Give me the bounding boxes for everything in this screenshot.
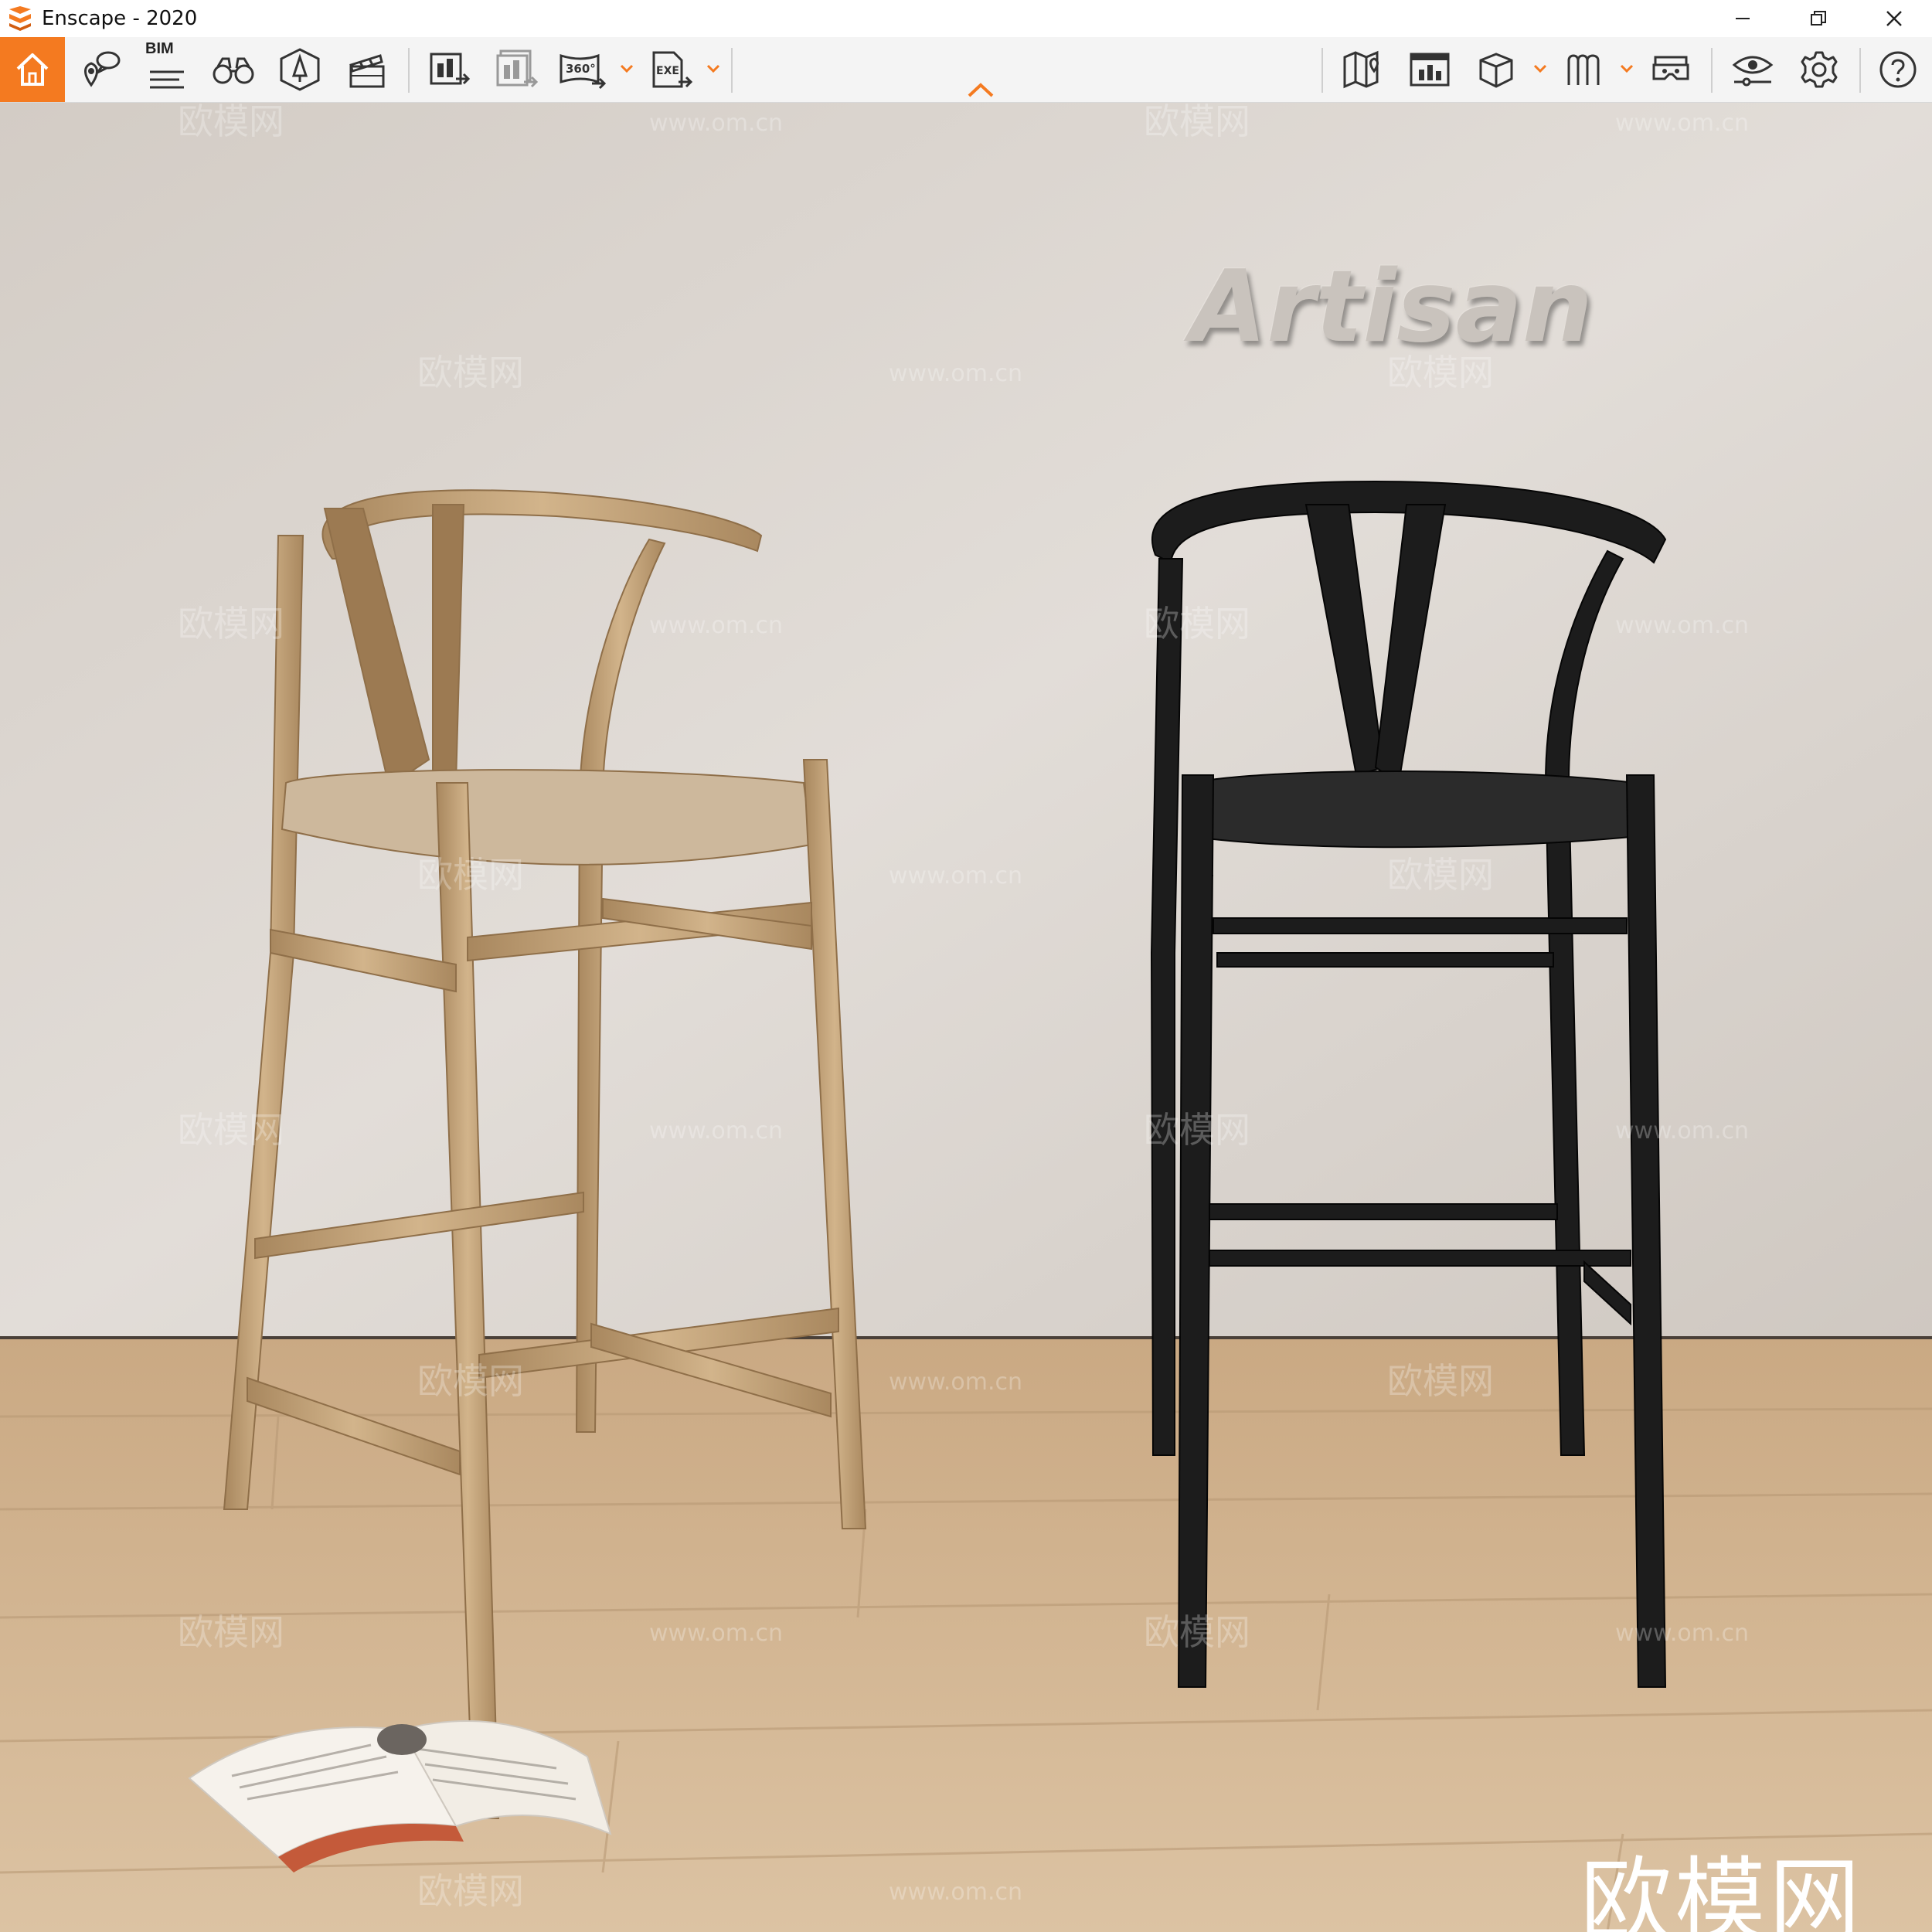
walk-mode-icon: [1567, 54, 1600, 85]
home-icon: [16, 53, 49, 86]
watermark-text: 欧模网: [417, 1870, 524, 1912]
batch-render-button[interactable]: [484, 37, 549, 102]
toolbar-separator: [1321, 48, 1323, 93]
bim-info-icon: [150, 70, 184, 89]
video-editor-icon: [349, 54, 385, 88]
watermark-url: www.om.cn: [889, 360, 1022, 387]
watermark-url: www.om.cn: [1615, 612, 1749, 639]
video-editor-button[interactable]: [334, 37, 399, 102]
watermark-url: www.om.cn: [889, 1879, 1022, 1906]
minimize-button[interactable]: [1705, 0, 1781, 37]
watermark-url: www.om.cn: [649, 1620, 783, 1647]
watermark-url: www.om.cn: [1615, 110, 1749, 137]
cube-view-dropdown[interactable]: [1532, 60, 1549, 77]
asset-library-icon: [280, 48, 320, 91]
panorama-label: 360°: [566, 62, 596, 76]
map-button[interactable]: [1331, 37, 1396, 102]
render-viewport[interactable]: 欧模网 欧模网 www.om.cn www.om.cn 欧模网 欧模网 www.…: [0, 103, 1932, 1932]
bim-info-button[interactable]: BIM: [134, 37, 199, 102]
watermark-url: www.om.cn: [649, 612, 783, 639]
panorama-export-icon: 360°: [560, 53, 607, 90]
watermark-url: www.om.cn: [889, 1369, 1022, 1396]
chevron-down-icon: [1533, 64, 1547, 73]
panorama-dropdown[interactable]: [618, 60, 635, 77]
cube-view-button[interactable]: [1464, 37, 1529, 102]
help-button[interactable]: [1866, 37, 1930, 102]
screenshot-export-button[interactable]: [417, 37, 482, 102]
watermark-text: 欧模网: [1144, 103, 1250, 142]
views-button[interactable]: [68, 37, 133, 102]
window-title: Enscape - 2020: [42, 7, 198, 30]
title-bar: Enscape - 2020: [0, 0, 1932, 37]
watermark-text: 欧模网: [178, 1611, 284, 1653]
help-icon: [1879, 51, 1917, 88]
toolbar-separator: [1859, 48, 1861, 93]
watermark-text: 欧模网: [178, 603, 284, 645]
watermark-text: 欧模网: [178, 103, 284, 142]
visual-settings-button[interactable]: [1720, 37, 1785, 102]
toolbar-separator: [408, 48, 410, 93]
screenshot-export-icon: [430, 53, 471, 85]
toolbar-separator: [731, 48, 733, 93]
watermark-url: www.om.cn: [649, 1117, 783, 1145]
restore-button[interactable]: [1781, 0, 1856, 37]
vr-headset-button[interactable]: [1638, 37, 1703, 102]
visual-settings-icon: [1732, 56, 1774, 87]
enscape-logo-icon: [9, 6, 31, 31]
watermark-url: www.om.cn: [1615, 1117, 1749, 1145]
batch-render-icon: [496, 49, 539, 88]
exe-dropdown[interactable]: [705, 60, 722, 77]
asset-library-button[interactable]: [267, 37, 332, 102]
exe-label: EXE: [656, 65, 679, 77]
map-icon: [1343, 50, 1379, 89]
close-button[interactable]: [1856, 0, 1932, 37]
restore-icon: [1811, 11, 1826, 26]
exe-export-button[interactable]: EXE: [638, 37, 703, 102]
window-controls: [1705, 0, 1932, 37]
watermark-text: 欧模网: [417, 854, 524, 896]
brand-watermark: 欧模网: [1580, 1847, 1864, 1932]
render-window-icon: [1410, 53, 1450, 87]
chevron-down-icon: [1620, 64, 1634, 73]
watermark-url: www.om.cn: [889, 862, 1022, 889]
watermark-url: www.om.cn: [649, 110, 783, 137]
walk-mode-button[interactable]: [1552, 37, 1617, 102]
close-icon: [1886, 11, 1902, 26]
watermark-url: www.om.cn: [1615, 1620, 1749, 1647]
toolbar-separator: [1711, 48, 1713, 93]
chevron-up-icon: [968, 83, 994, 97]
watermark-text: 欧模网: [1144, 603, 1250, 645]
chevron-down-icon: [620, 64, 634, 73]
collapse-toolbar-button[interactable]: [966, 80, 995, 99]
panorama-export-button[interactable]: 360°: [550, 37, 615, 102]
exe-export-icon: EXE: [652, 51, 693, 88]
walk-mode-dropdown[interactable]: [1618, 60, 1635, 77]
render-window-button[interactable]: [1397, 37, 1462, 102]
views-icon: [84, 51, 121, 87]
watermark-text: 欧模网: [1144, 1611, 1250, 1653]
watermark-text: 欧模网: [1387, 854, 1494, 896]
watermark-text: 欧模网: [1144, 1109, 1250, 1151]
home-button[interactable]: [0, 37, 65, 102]
settings-icon: [1801, 51, 1838, 88]
cube-view-icon: [1479, 53, 1513, 88]
vr-headset-icon: [1652, 56, 1689, 80]
bim-label: BIM: [145, 40, 174, 57]
binoculars-button[interactable]: [201, 37, 266, 102]
minimize-icon: [1736, 18, 1750, 19]
watermark-text: 欧模网: [417, 352, 524, 393]
wall-sign-artisan: Artisan: [1190, 250, 1593, 365]
watermark-text: 欧模网: [178, 1109, 284, 1151]
chevron-down-icon: [706, 64, 720, 73]
settings-button[interactable]: [1787, 37, 1852, 102]
binoculars-icon: [213, 57, 254, 84]
rendered-scene: 欧模网 欧模网 www.om.cn www.om.cn 欧模网 欧模网 www.…: [0, 103, 1932, 1932]
watermark-text: 欧模网: [1387, 1360, 1494, 1402]
watermark-text: 欧模网: [417, 1360, 524, 1402]
